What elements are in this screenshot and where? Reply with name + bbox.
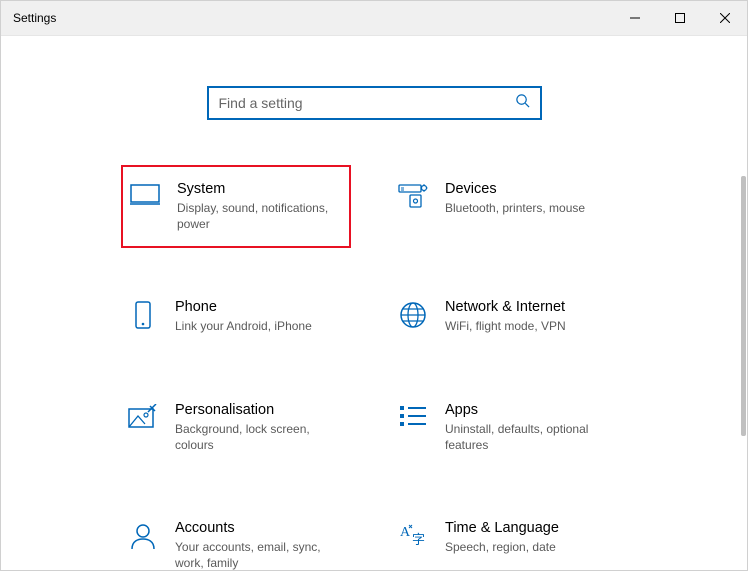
category-title: Accounts — [175, 520, 345, 536]
devices-icon — [397, 181, 429, 232]
category-desc: WiFi, flight mode, VPN — [445, 318, 615, 334]
category-desc: Your accounts, email, sync, work, family — [175, 539, 345, 571]
category-desc: Link your Android, iPhone — [175, 318, 345, 334]
time-language-icon: A字 — [397, 520, 429, 571]
category-desc: Speech, region, date — [445, 539, 615, 555]
category-title: Devices — [445, 181, 615, 197]
svg-text:字: 字 — [412, 532, 425, 547]
category-desc: Uninstall, defaults, optional features — [445, 421, 615, 453]
category-desc: Background, lock screen, colours — [175, 421, 345, 453]
scrollbar[interactable] — [741, 176, 746, 436]
window-controls — [612, 1, 747, 35]
category-title: Personalisation — [175, 402, 345, 418]
accounts-icon — [127, 520, 159, 571]
apps-icon — [397, 402, 429, 453]
titlebar: Settings — [1, 1, 747, 36]
category-accounts[interactable]: Accounts Your accounts, email, sync, wor… — [121, 514, 351, 577]
category-title: Phone — [175, 299, 345, 315]
category-time-language[interactable]: A字 Time & Language Speech, region, date — [391, 514, 621, 577]
personalisation-icon — [127, 402, 159, 453]
category-apps[interactable]: Apps Uninstall, defaults, optional featu… — [391, 396, 621, 459]
search-wrap — [1, 86, 747, 120]
category-title: Apps — [445, 402, 615, 418]
category-desc: Bluetooth, printers, mouse — [445, 200, 615, 216]
category-desc: Display, sound, notifications, power — [177, 200, 343, 232]
close-button[interactable] — [702, 1, 747, 35]
category-personalisation[interactable]: Personalisation Background, lock screen,… — [121, 396, 351, 459]
settings-home: System Display, sound, notifications, po… — [1, 36, 747, 570]
search-box[interactable] — [207, 86, 542, 120]
window-title: Settings — [13, 11, 56, 25]
category-grid: System Display, sound, notifications, po… — [121, 175, 747, 577]
search-input[interactable] — [219, 95, 515, 111]
minimize-button[interactable] — [612, 1, 657, 35]
maximize-button[interactable] — [657, 1, 702, 35]
minimize-icon — [630, 13, 640, 23]
category-title: System — [177, 181, 343, 197]
category-title: Network & Internet — [445, 299, 615, 315]
system-icon — [129, 181, 161, 232]
maximize-icon — [675, 13, 685, 23]
network-icon — [397, 299, 429, 334]
search-icon — [515, 93, 530, 113]
category-system[interactable]: System Display, sound, notifications, po… — [121, 165, 351, 248]
category-network[interactable]: Network & Internet WiFi, flight mode, VP… — [391, 293, 621, 340]
category-title: Time & Language — [445, 520, 615, 536]
category-devices[interactable]: Devices Bluetooth, printers, mouse — [391, 175, 621, 238]
category-phone[interactable]: Phone Link your Android, iPhone — [121, 293, 351, 340]
close-icon — [720, 13, 730, 23]
phone-icon — [127, 299, 159, 334]
